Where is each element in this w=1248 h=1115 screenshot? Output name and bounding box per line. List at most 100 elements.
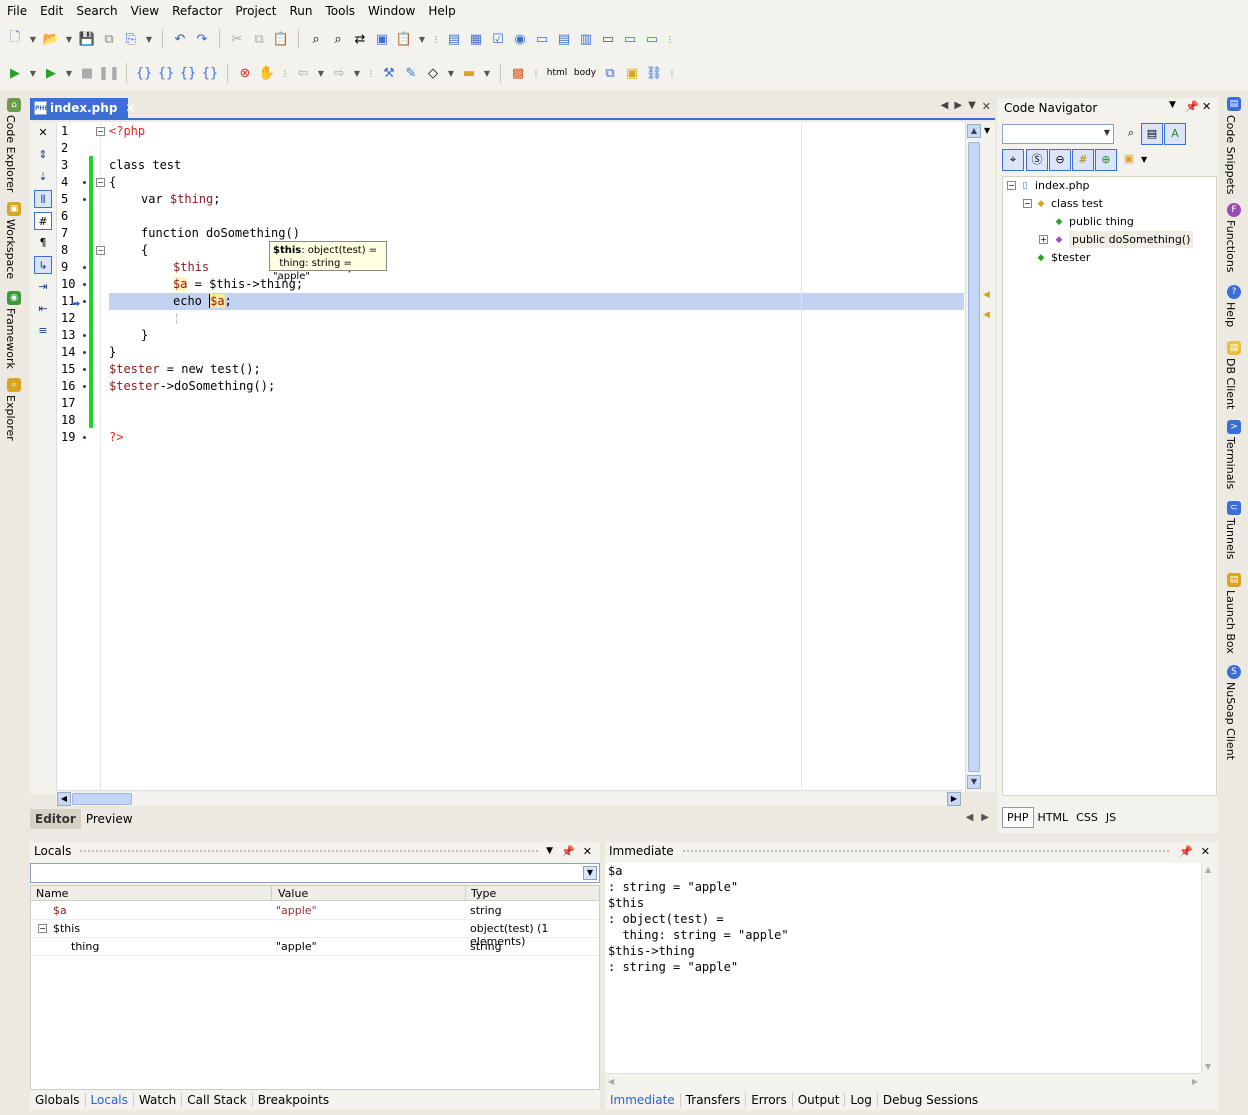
chevron-right-icon[interactable]: ▶ bbox=[954, 100, 962, 113]
copy-window-icon[interactable]: ⧉ bbox=[601, 64, 619, 82]
tab-log[interactable]: Log bbox=[845, 1093, 878, 1107]
tab-tunnels[interactable]: Tunnels bbox=[1224, 518, 1237, 560]
tab-breakpoints[interactable]: Breakpoints bbox=[253, 1093, 334, 1107]
step-out-icon[interactable]: {} bbox=[179, 64, 197, 82]
tab-transfers[interactable]: Transfers bbox=[681, 1093, 747, 1107]
menu-search[interactable]: Search bbox=[75, 2, 118, 20]
pin-icon[interactable]: 📌 bbox=[1185, 100, 1199, 113]
copy-icon[interactable]: ⧉ bbox=[250, 30, 268, 48]
toolbar-overflow-icon[interactable]: ⋮ bbox=[280, 64, 290, 82]
breakpoint-dot[interactable] bbox=[83, 181, 86, 184]
scroll-thumb[interactable] bbox=[72, 793, 132, 805]
warning-marker-icon[interactable]: ◀ bbox=[983, 290, 990, 300]
static-filter-icon[interactable]: Ⓢ bbox=[1026, 149, 1048, 171]
redo-icon[interactable]: ↷ bbox=[193, 30, 211, 48]
tab-editor[interactable]: Editor bbox=[30, 809, 81, 829]
workspace-icon[interactable]: ▣ bbox=[7, 202, 21, 216]
html-tag-button[interactable]: html bbox=[545, 64, 569, 82]
chevron-down-icon[interactable]: ▼ bbox=[64, 64, 74, 82]
back-icon[interactable]: ⇦ bbox=[294, 64, 312, 82]
chevron-down-icon[interactable]: ▼ bbox=[546, 846, 553, 856]
palette-icon[interactable]: ▩ bbox=[509, 64, 527, 82]
chevron-down-icon[interactable]: ▼ bbox=[28, 64, 38, 82]
toolbar-overflow-icon[interactable]: ⋮ bbox=[667, 64, 677, 82]
menu-run[interactable]: Run bbox=[288, 2, 313, 20]
scroll-left-icon[interactable]: ◀ bbox=[57, 792, 71, 806]
scroll-up-icon[interactable]: ▲ bbox=[1205, 865, 1211, 874]
pilcrow-icon[interactable]: ¶ bbox=[34, 234, 52, 252]
chevron-left-icon[interactable]: ◀ bbox=[941, 100, 949, 113]
html-page-icon[interactable]: ▤ bbox=[445, 30, 463, 48]
submit-icon[interactable]: ▭ bbox=[621, 30, 639, 48]
line-numbers-icon[interactable]: # bbox=[34, 212, 52, 230]
db-client-icon[interactable]: ▤ bbox=[1227, 341, 1241, 355]
breakpoint-dot[interactable] bbox=[83, 385, 86, 388]
toolbar-overflow-icon[interactable]: ⋮ bbox=[531, 64, 541, 82]
scroll-up-icon[interactable]: ▲ bbox=[967, 124, 981, 138]
warning-marker-icon[interactable]: ◀ bbox=[983, 310, 990, 320]
tab-immediate[interactable]: Immediate bbox=[605, 1093, 681, 1107]
table-icon[interactable]: ▦ bbox=[467, 30, 485, 48]
menu-project[interactable]: Project bbox=[234, 2, 277, 20]
terminals-icon[interactable]: > bbox=[1227, 420, 1241, 434]
tab-terminals[interactable]: Terminals bbox=[1224, 437, 1237, 489]
breakpoint-dot[interactable] bbox=[83, 334, 86, 337]
breakpoint-dot[interactable] bbox=[83, 266, 86, 269]
chevron-down-icon[interactable]: ▼ bbox=[417, 30, 427, 48]
close-icon[interactable]: ✕ bbox=[982, 100, 991, 113]
code-snippets-icon[interactable]: ▤ bbox=[1227, 97, 1241, 111]
tree-toggle-icon[interactable]: + bbox=[1039, 235, 1048, 244]
stop-icon[interactable]: ■ bbox=[78, 64, 96, 82]
stop-debug-icon[interactable]: ⊗ bbox=[236, 64, 254, 82]
tab-help[interactable]: Help bbox=[1224, 302, 1237, 327]
link-icon[interactable]: ⛓ bbox=[645, 64, 663, 82]
scroll-right-icon[interactable]: ▶ bbox=[1192, 1077, 1198, 1086]
save-copy-icon[interactable]: ⎘ bbox=[122, 30, 140, 48]
run-icon[interactable]: ▶ bbox=[6, 64, 24, 82]
tab-debug-sessions[interactable]: Debug Sessions bbox=[878, 1093, 983, 1107]
pin-icon[interactable]: 📌 bbox=[561, 845, 575, 858]
paste-icon[interactable]: 📋 bbox=[272, 30, 290, 48]
immediate-console[interactable]: $a : string = "apple" $this : object(tes… bbox=[605, 863, 1201, 1073]
tab-index-php[interactable]: PHP index.php ✕ bbox=[30, 98, 135, 118]
chevron-left-icon[interactable]: ◀ bbox=[966, 812, 974, 823]
chevron-down-icon[interactable]: ▼ bbox=[316, 64, 326, 82]
chevron-down-icon[interactable]: ▼ bbox=[1169, 100, 1176, 110]
clipboard-icon[interactable]: 📋 bbox=[395, 30, 413, 48]
tree-item-class[interactable]: ◆ class test bbox=[1035, 195, 1103, 212]
comment-icon[interactable]: ⇤ bbox=[34, 300, 52, 318]
tab-output[interactable]: Output bbox=[793, 1093, 846, 1107]
table-row[interactable]: thing "apple" string bbox=[31, 938, 599, 956]
tab-globals[interactable]: Globals bbox=[30, 1093, 86, 1107]
tab-call-stack[interactable]: Call Stack bbox=[182, 1093, 253, 1107]
tree-item-property[interactable]: ◆ public thing bbox=[1053, 213, 1134, 230]
find-icon[interactable]: ⌕ bbox=[307, 30, 325, 48]
launch-box-icon[interactable]: ▤ bbox=[1227, 573, 1241, 587]
help-icon[interactable]: ? bbox=[1227, 285, 1241, 299]
tab-js[interactable]: JS bbox=[1102, 808, 1120, 827]
binoculars-icon[interactable]: ⌕ bbox=[1120, 123, 1142, 145]
navigator-filter[interactable]: ▼ bbox=[1002, 124, 1114, 144]
code-explorer-icon[interactable]: ⌂ bbox=[7, 98, 21, 112]
table-row[interactable]: $a "apple" string bbox=[31, 902, 599, 920]
button-icon[interactable]: ▭ bbox=[599, 30, 617, 48]
drag-grip[interactable] bbox=[79, 849, 539, 853]
tab-explorer[interactable]: Explorer bbox=[4, 395, 17, 441]
bookmark-icon[interactable]: ⫴ bbox=[34, 190, 52, 208]
indent-icon[interactable]: ⇥ bbox=[34, 278, 52, 296]
shape-icon[interactable]: ◇ bbox=[424, 64, 442, 82]
tab-css[interactable]: CSS bbox=[1072, 808, 1102, 827]
wrap-icon[interactable]: ↳ bbox=[34, 256, 52, 274]
nusoap-client-icon[interactable]: S bbox=[1227, 665, 1241, 679]
fold-toggle-icon[interactable]: − bbox=[96, 178, 105, 187]
chevron-down-icon[interactable]: ▼ bbox=[1141, 155, 1147, 164]
tab-framework[interactable]: Framework bbox=[4, 308, 17, 369]
functions-icon[interactable]: F bbox=[1227, 203, 1241, 217]
format-icon[interactable]: ≡ bbox=[34, 322, 52, 340]
color-picker-icon[interactable]: ▬ bbox=[460, 64, 478, 82]
menu-refactor[interactable]: Refactor bbox=[171, 2, 223, 20]
table-row[interactable]: − $this object(test) (1 elements) bbox=[31, 920, 599, 948]
forward-icon[interactable]: ⇨ bbox=[330, 64, 348, 82]
tree-item-file[interactable]: ▯ index.php bbox=[1019, 177, 1090, 194]
minus-filter-icon[interactable]: ⊖ bbox=[1049, 149, 1071, 171]
